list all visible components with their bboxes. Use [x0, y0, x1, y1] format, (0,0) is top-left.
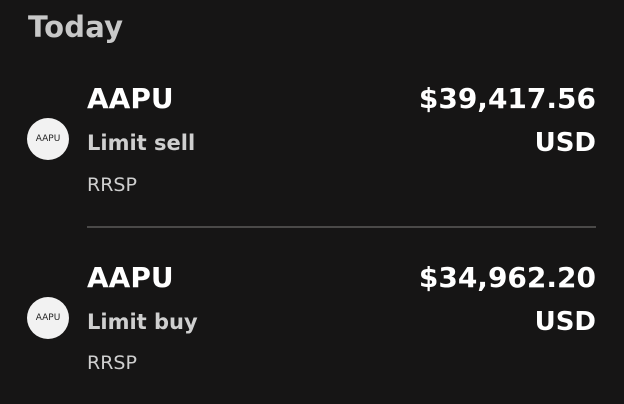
- ticker-symbol: AAPU: [87, 261, 174, 294]
- ticker-avatar: AAPU: [27, 118, 69, 160]
- order-amount: $39,417.56: [418, 82, 596, 115]
- order-type: Limit buy: [87, 310, 198, 334]
- ticker-symbol: AAPU: [87, 82, 174, 115]
- section-title-today: Today: [28, 10, 124, 44]
- order-currency: USD: [534, 128, 596, 158]
- ticker-avatar: AAPU: [27, 297, 69, 339]
- order-row[interactable]: AAPU AAPU Limit sell RRSP $39,417.56 USD: [0, 74, 624, 224]
- order-currency: USD: [534, 307, 596, 337]
- order-amount: $34,962.20: [418, 261, 596, 294]
- order-type: Limit sell: [87, 131, 196, 155]
- account-type: RRSP: [87, 352, 137, 374]
- account-type: RRSP: [87, 174, 137, 196]
- row-divider: [87, 226, 596, 228]
- order-row[interactable]: AAPU AAPU Limit buy RRSP $34,962.20 USD: [0, 252, 624, 402]
